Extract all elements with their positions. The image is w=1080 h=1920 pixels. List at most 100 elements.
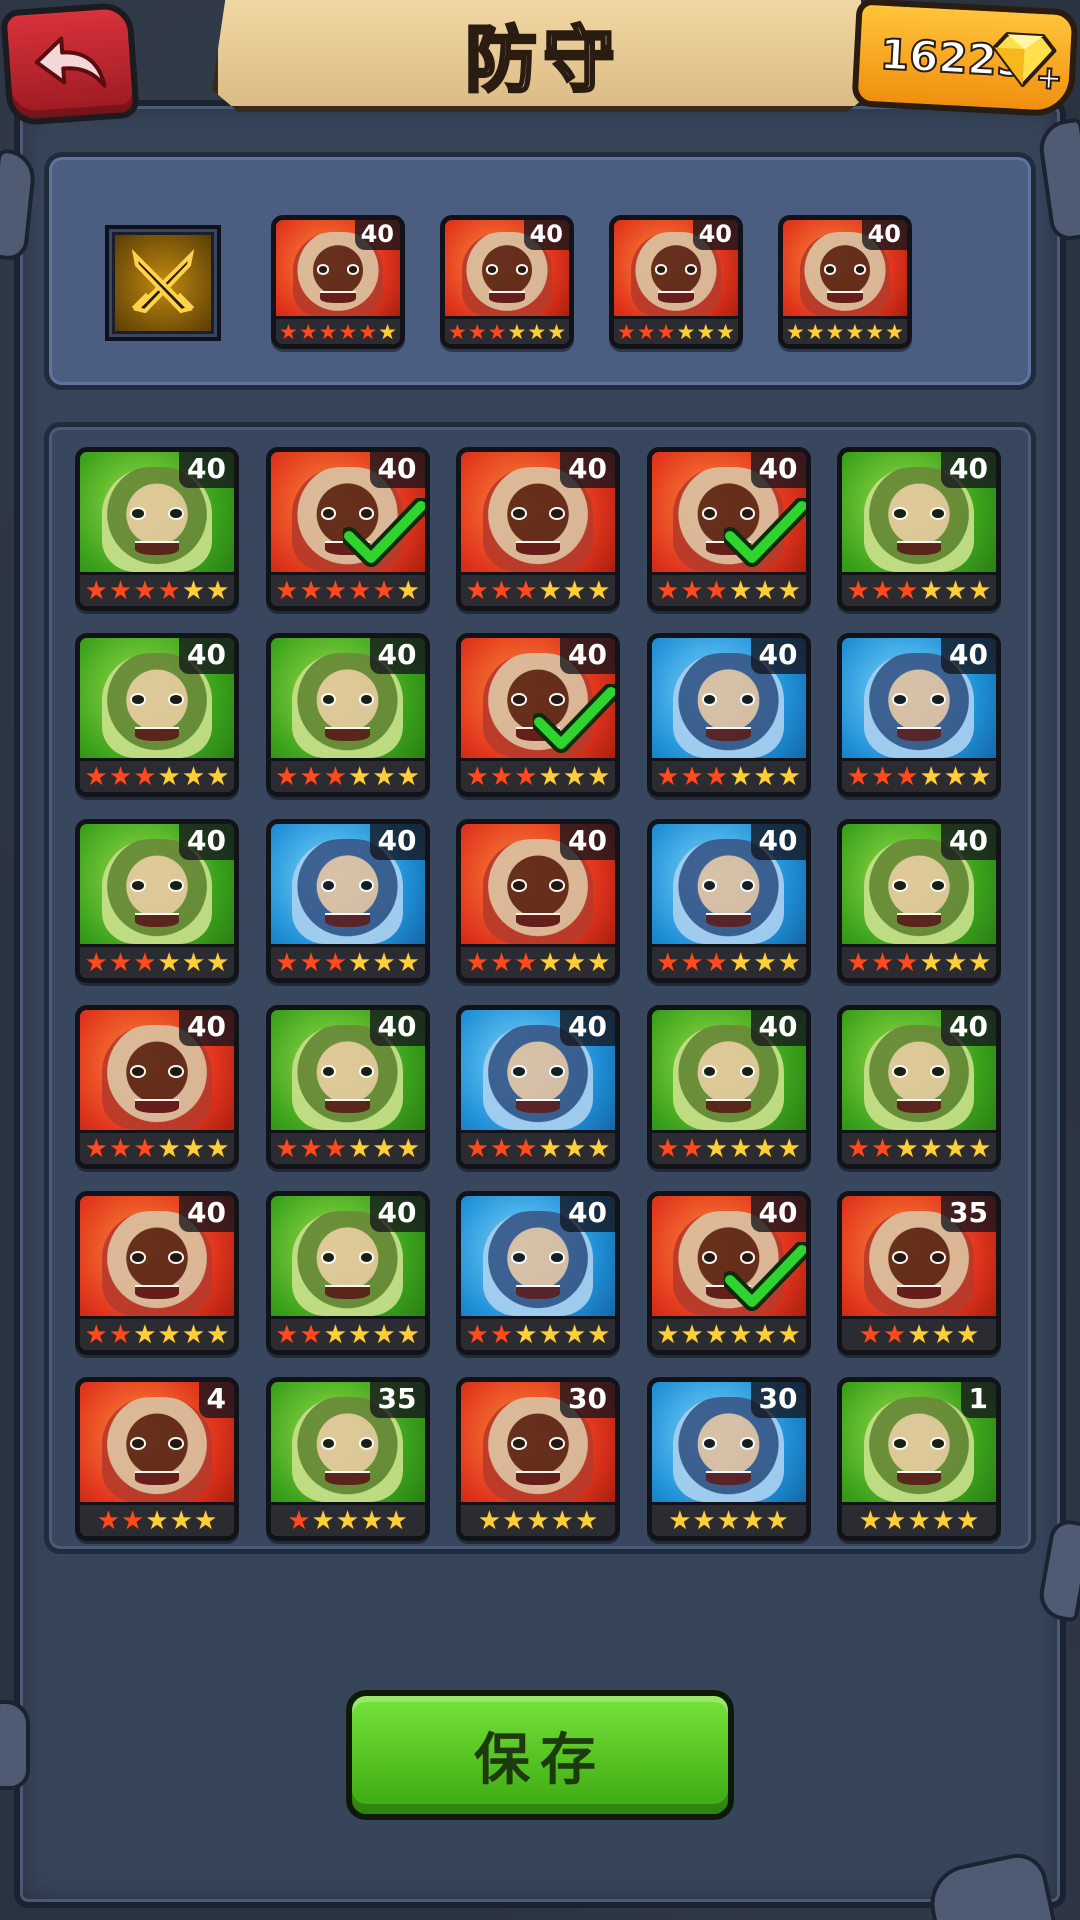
star-icon: ★ [587,947,611,978]
star-icon: ★ [656,575,680,606]
star-icon: ★ [299,1319,323,1350]
roster-hero-card[interactable]: 40 ★ ★ ★ ★ ★ ★ [265,1005,430,1169]
gem-counter[interactable]: 16223 + [851,0,1079,118]
hero-level: 40 [750,1010,806,1046]
hero-level: 35 [369,1382,425,1418]
star-icon: ★ [968,575,992,606]
save-button[interactable]: 保存 [346,1690,734,1820]
star-icon: ★ [448,319,467,344]
roster-hero-card[interactable]: 40 ★ ★ ★ ★ ★ ★ [646,819,811,983]
hero-portrait [863,1397,975,1503]
formation-button[interactable] [105,225,221,341]
hero-eye [930,507,946,520]
hero-level: 40 [179,824,234,860]
star-icon: ★ [696,319,716,344]
roster-hero-card[interactable]: 40 ★ ★ ★ ★ ★ ★ [265,819,430,983]
hero-eye [346,264,360,275]
star-icon: ★ [846,1133,870,1164]
star-rating: ★ ★ ★ ★ ★ ★ [614,316,738,344]
hero-level: 40 [179,638,234,674]
star-icon: ★ [108,575,133,606]
roster-hero-card[interactable]: 40 ★ ★ ★ ★ ★ ★ [75,819,239,983]
roster-hero-card[interactable]: 35 ★ ★ ★ ★ ★ [265,1377,430,1541]
star-icon: ★ [907,1319,931,1350]
roster-hero-card[interactable]: 40 ★ ★ ★ ★ ★ ★ [75,633,239,797]
hero-eye [130,1251,146,1264]
checkmark-icon [723,1242,806,1311]
star-icon: ★ [729,947,753,978]
star-icon: ★ [538,947,562,978]
star-icon: ★ [676,319,696,344]
star-icon: ★ [372,947,396,978]
roster-hero-card[interactable]: 40 ★ ★ ★ ★ ★ ★ [265,633,430,797]
hero-level: 40 [941,1010,996,1046]
roster-hero-card[interactable]: 40 ★ ★ ★ ★ ★ ★ [837,633,1001,797]
star-rating: ★ ★ ★ ★ ★ ★ [783,316,907,344]
star-icon: ★ [919,1133,943,1164]
hero-eye [515,264,529,275]
star-icon: ★ [777,575,801,606]
back-button[interactable] [0,1,140,127]
defense-slot-hero[interactable]: 40 ★ ★ ★ ★ ★ ★ [440,215,574,349]
roster-hero-card[interactable]: 1 ★ ★ ★ ★ ★ [837,1377,1001,1541]
roster-hero-card[interactable]: 40 ★ ★ ★ ★ ★ ★ [265,1191,430,1355]
star-icon: ★ [181,761,206,792]
roster-hero-card[interactable]: 40 ★ ★ ★ ★ ★ ★ [265,447,430,611]
star-icon: ★ [680,1133,704,1164]
roster-hero-card[interactable]: 30 ★ ★ ★ ★ ★ [456,1377,620,1541]
roster-hero-card[interactable]: 40 ★ ★ ★ ★ ★ ★ [456,1191,620,1355]
defense-slot-hero[interactable]: 40 ★ ★ ★ ★ ★ ★ [609,215,743,349]
star-icon: ★ [514,575,538,606]
star-icon: ★ [865,319,885,344]
star-icon: ★ [704,1319,728,1350]
star-icon: ★ [299,1133,323,1164]
roster-hero-card[interactable]: 40 ★ ★ ★ ★ ★ ★ [646,633,811,797]
defense-slot-hero[interactable]: 40 ★ ★ ★ ★ ★ ★ [271,215,405,349]
star-icon: ★ [84,1319,108,1350]
plus-icon[interactable]: + [1034,57,1065,98]
hero-mouth [134,540,180,556]
hero-level: 40 [750,452,806,488]
roster-hero-card[interactable]: 40 ★ ★ ★ ★ ★ ★ [837,819,1001,983]
star-icon: ★ [968,947,992,978]
star-rating: ★ ★ ★ ★ ★ ★ [651,1316,806,1350]
roster-hero-card[interactable]: 40 ★ ★ ★ ★ ★ ★ [456,447,620,611]
roster-hero-card[interactable]: 40 ★ ★ ★ ★ ★ ★ [456,819,620,983]
defense-slot-hero[interactable]: 40 ★ ★ ★ ★ ★ ★ [778,215,912,349]
star-icon: ★ [704,761,728,792]
hero-level: 40 [369,1196,425,1232]
roster-hero-card[interactable]: 30 ★ ★ ★ ★ ★ [646,1377,811,1541]
roster-hero-card[interactable]: 40 ★ ★ ★ ★ ★ ★ [456,1005,620,1169]
roster-hero-card[interactable]: 40 ★ ★ ★ ★ ★ ★ [75,1191,239,1355]
star-icon: ★ [825,319,845,344]
roster-hero-card[interactable]: 40 ★ ★ ★ ★ ★ ★ [646,447,811,611]
star-icon: ★ [133,575,157,606]
roster-hero-card[interactable]: 40 ★ ★ ★ ★ ★ ★ [837,447,1001,611]
star-icon: ★ [538,575,562,606]
roster-hero-card[interactable]: 4 ★ ★ ★ ★ ★ [75,1377,239,1541]
hero-mouth [515,912,561,928]
roster-hero-card[interactable]: 40 ★ ★ ★ ★ ★ ★ [837,1005,1001,1169]
hero-eye [930,1065,946,1078]
checkmark-icon [533,684,615,753]
star-icon: ★ [562,947,587,978]
roster-hero-card[interactable]: 40 ★ ★ ★ ★ ★ ★ [456,633,620,797]
roster-hero-card[interactable]: 40 ★ ★ ★ ★ ★ ★ [75,447,239,611]
star-rating: ★ ★ ★ ★ ★ ★ [445,316,569,344]
star-icon: ★ [895,761,919,792]
star-icon: ★ [181,947,206,978]
hero-eye [684,264,698,275]
star-icon: ★ [680,761,704,792]
star-rating: ★ ★ ★ ★ ★ ★ [276,316,400,344]
roster-hero-card[interactable]: 40 ★ ★ ★ ★ ★ ★ [646,1005,811,1169]
star-rating: ★ ★ ★ ★ ★ ★ [461,944,615,978]
roster-hero-card[interactable]: 40 ★ ★ ★ ★ ★ ★ [646,1191,811,1355]
star-icon: ★ [133,1133,157,1164]
roster-hero-card[interactable]: 35 ★ ★ ★ ★ ★ [837,1191,1001,1355]
hero-mouth [896,540,942,556]
star-icon: ★ [562,1133,587,1164]
hero-eye [549,879,565,892]
hero-mouth [134,1470,180,1486]
roster-hero-card[interactable]: 40 ★ ★ ★ ★ ★ ★ [75,1005,239,1169]
star-icon: ★ [656,947,680,978]
